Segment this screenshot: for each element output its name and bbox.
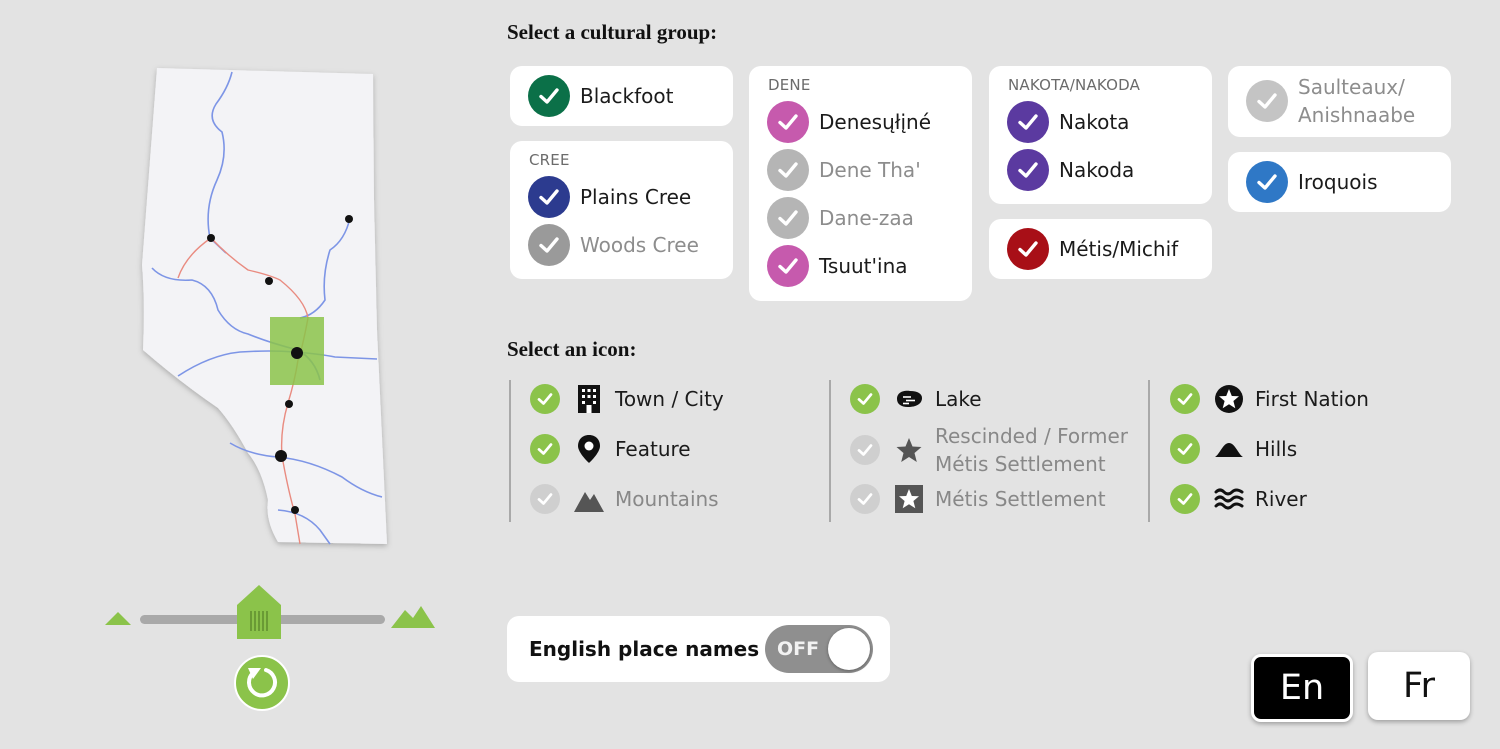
- language-fr-button[interactable]: Fr: [1368, 652, 1470, 720]
- option-dane-zaa[interactable]: Dane-zaa: [767, 194, 954, 242]
- icon-option-feature[interactable]: Feature: [530, 432, 691, 466]
- check-icon: [767, 245, 809, 287]
- alberta-map[interactable]: [130, 60, 400, 560]
- group-title-cree: CREE: [529, 151, 570, 169]
- english-place-names-card: English place names OFF: [507, 616, 890, 682]
- check-icon: [1246, 161, 1288, 203]
- language-en-button[interactable]: En: [1251, 654, 1353, 722]
- check-icon: [767, 197, 809, 239]
- star-circle-icon: [1212, 382, 1246, 416]
- option-nakota[interactable]: Nakota: [1007, 98, 1194, 146]
- option-saulteaux-anishnaabe[interactable]: Saulteaux/ Anishnaabe: [1246, 72, 1433, 130]
- group-card-cree: CREE Plains Cree Woods Cree: [510, 141, 733, 279]
- map-pin-icon: [572, 432, 606, 466]
- option-dene-tha[interactable]: Dene Tha': [767, 146, 954, 194]
- check-icon: [530, 484, 560, 514]
- cultural-group-heading: Select a cultural group:: [507, 20, 718, 44]
- option-plains-cree[interactable]: Plains Cree: [528, 173, 715, 221]
- legend-divider: [829, 380, 831, 522]
- star-icon: [892, 433, 926, 467]
- hill-icon: [1212, 432, 1246, 466]
- saulteaux-label-line1: Saulteaux/: [1298, 75, 1405, 99]
- lake-icon: [892, 382, 926, 416]
- reset-icon[interactable]: [233, 654, 291, 712]
- icon-option-mountains[interactable]: Mountains: [530, 482, 719, 516]
- province-outline: [142, 68, 387, 544]
- toggle-state: OFF: [777, 638, 820, 660]
- mountain-large-icon: [391, 606, 435, 628]
- check-icon: [530, 384, 560, 414]
- group-card-blackfoot: Blackfoot: [510, 66, 733, 126]
- rescinded-label-line2: Métis Settlement: [935, 452, 1106, 476]
- check-icon: [1246, 80, 1288, 122]
- icon-option-hills[interactable]: Hills: [1170, 432, 1297, 466]
- check-icon: [767, 149, 809, 191]
- option-woods-cree[interactable]: Woods Cree: [528, 221, 715, 269]
- mountain-small-icon: [105, 612, 131, 625]
- toggle-knob: [828, 628, 870, 670]
- group-card-metis: Métis/Michif: [989, 219, 1212, 279]
- english-place-names-label: English place names: [529, 637, 760, 661]
- option-tsuutina[interactable]: Tsuut'ina: [767, 242, 954, 290]
- saulteaux-label-line2: Anishnaabe: [1298, 103, 1416, 127]
- star-square-icon: [892, 482, 926, 516]
- building-icon: [572, 382, 606, 416]
- icon-option-lake[interactable]: Lake: [850, 382, 982, 416]
- option-iroquois[interactable]: Iroquois: [1246, 160, 1433, 204]
- check-icon: [1007, 228, 1049, 270]
- mountains-icon: [572, 482, 606, 516]
- icon-option-river[interactable]: River: [1170, 482, 1307, 516]
- group-title-nakota: NAKOTA/NAKODA: [1008, 76, 1141, 94]
- check-icon: [530, 434, 560, 464]
- check-icon: [1170, 384, 1200, 414]
- timeline-handle[interactable]: [237, 585, 281, 639]
- group-card-saulteaux: Saulteaux/ Anishnaabe: [1228, 66, 1451, 137]
- rescinded-label-line1: Rescinded / Former: [935, 424, 1129, 448]
- check-icon: [1170, 484, 1200, 514]
- check-icon: [850, 435, 880, 465]
- icon-heading: Select an icon:: [507, 337, 637, 361]
- group-card-iroquois: Iroquois: [1228, 152, 1451, 212]
- check-icon: [1007, 149, 1049, 191]
- legend-divider: [1148, 380, 1150, 522]
- icon-option-rescinded-metis-settlement[interactable]: Rescinded / Former Métis Settlement: [850, 422, 1128, 478]
- check-icon: [528, 176, 570, 218]
- check-icon: [850, 484, 880, 514]
- check-icon: [528, 75, 570, 117]
- option-blackfoot[interactable]: Blackfoot: [528, 74, 715, 118]
- english-place-names-toggle[interactable]: OFF: [765, 625, 873, 673]
- check-icon: [1170, 434, 1200, 464]
- check-icon: [528, 224, 570, 266]
- group-card-dene: DENE Denesųłįné Dene Tha' Dane-zaa Tsuut…: [749, 66, 972, 301]
- option-nakoda[interactable]: Nakoda: [1007, 146, 1194, 194]
- option-denesuline[interactable]: Denesųłįné: [767, 98, 954, 146]
- group-title-dene: DENE: [768, 76, 811, 94]
- group-card-nakota-nakoda: NAKOTA/NAKODA Nakota Nakoda: [989, 66, 1212, 204]
- icon-option-metis-settlement[interactable]: Métis Settlement: [850, 482, 1106, 516]
- check-icon: [850, 384, 880, 414]
- icon-option-town-city[interactable]: Town / City: [530, 382, 724, 416]
- legend-divider: [509, 380, 511, 522]
- option-metis-michif[interactable]: Métis/Michif: [1007, 227, 1194, 271]
- check-icon: [1007, 101, 1049, 143]
- icon-option-first-nation[interactable]: First Nation: [1170, 382, 1369, 416]
- waves-icon: [1212, 482, 1246, 516]
- check-icon: [767, 101, 809, 143]
